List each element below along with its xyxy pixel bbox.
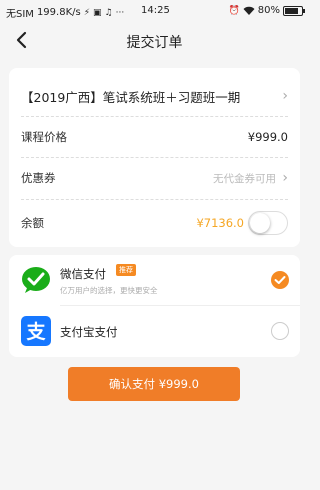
coupon-label: 优惠券 — [21, 171, 56, 185]
status-bar-right: ⏰ 80% — [228, 5, 305, 16]
battery-percent: 80% — [257, 5, 280, 16]
alipay-name: 支付宝支付 — [60, 325, 118, 339]
wechat-radio[interactable] — [271, 271, 289, 289]
coupon-row[interactable]: 优惠券 无代金券可用 › — [9, 158, 300, 198]
toggle-knob — [250, 213, 270, 233]
balance-row: 余额 ¥7136.0 — [9, 203, 300, 243]
status-bar-left: 无SIM 199.8K/s ⚡ ▣ ♫ ··· — [6, 5, 124, 20]
price-label: 课程价格 — [21, 130, 67, 144]
coupon-value: 无代金券可用 — [213, 172, 276, 185]
recommend-badge: 推荐 — [116, 264, 136, 276]
wechat-pay-option[interactable]: 微信支付 推荐 亿万用户的选择，更快更安全 — [9, 255, 300, 306]
nav-bar: 提交订单 — [0, 22, 309, 60]
status-time: 14:25 — [141, 5, 170, 16]
alipay-option[interactable]: 支 支付宝支付 — [9, 306, 300, 356]
price-row: 课程价格 ¥999.0 — [9, 117, 300, 157]
usb-icon: ⚡ — [83, 7, 91, 18]
alarm-icon: ⏰ — [228, 5, 240, 16]
battery-icon — [283, 5, 305, 16]
divider — [21, 199, 288, 200]
page-title: 提交订单 — [126, 35, 183, 51]
chevron-right-icon: › — [282, 170, 288, 186]
confirm-pay-button[interactable]: 确认支付 ¥999.0 — [68, 367, 240, 401]
course-title: 【2019广西】笔试系统班＋习题班一期 — [21, 89, 241, 105]
music-icon: ♫ — [104, 7, 113, 18]
notification-icon: ▣ — [93, 7, 102, 18]
wechat-pay-icon — [22, 267, 50, 293]
balance-label: 余额 — [21, 216, 44, 230]
balance-value: ¥7136.0 — [196, 216, 244, 230]
wechat-pay-name: 微信支付 — [60, 267, 106, 281]
course-row[interactable]: 【2019广西】笔试系统班＋习题班一期 › — [9, 76, 300, 116]
chevron-right-icon: › — [282, 88, 288, 104]
wechat-pay-desc: 亿万用户的选择，更快更安全 — [60, 286, 158, 295]
order-card: 【2019广西】笔试系统班＋习题班一期 › 课程价格 ¥999.0 优惠券 无代… — [9, 68, 300, 247]
more-icon: ··· — [115, 7, 125, 18]
carrier-text: 无SIM — [6, 9, 34, 20]
balance-toggle[interactable] — [248, 211, 288, 235]
svg-text:支: 支 — [25, 321, 46, 343]
network-speed: 199.8K/s — [36, 7, 81, 18]
status-bar: 无SIM 199.8K/s ⚡ ▣ ♫ ··· 14:25 ⏰ 80% — [0, 0, 309, 22]
price-value: ¥999.0 — [247, 130, 288, 144]
alipay-radio[interactable] — [271, 322, 289, 340]
payment-card: 微信支付 推荐 亿万用户的选择，更快更安全 支 支付宝支付 — [9, 255, 300, 357]
wifi-icon — [243, 6, 255, 15]
alipay-icon: 支 — [21, 316, 51, 346]
